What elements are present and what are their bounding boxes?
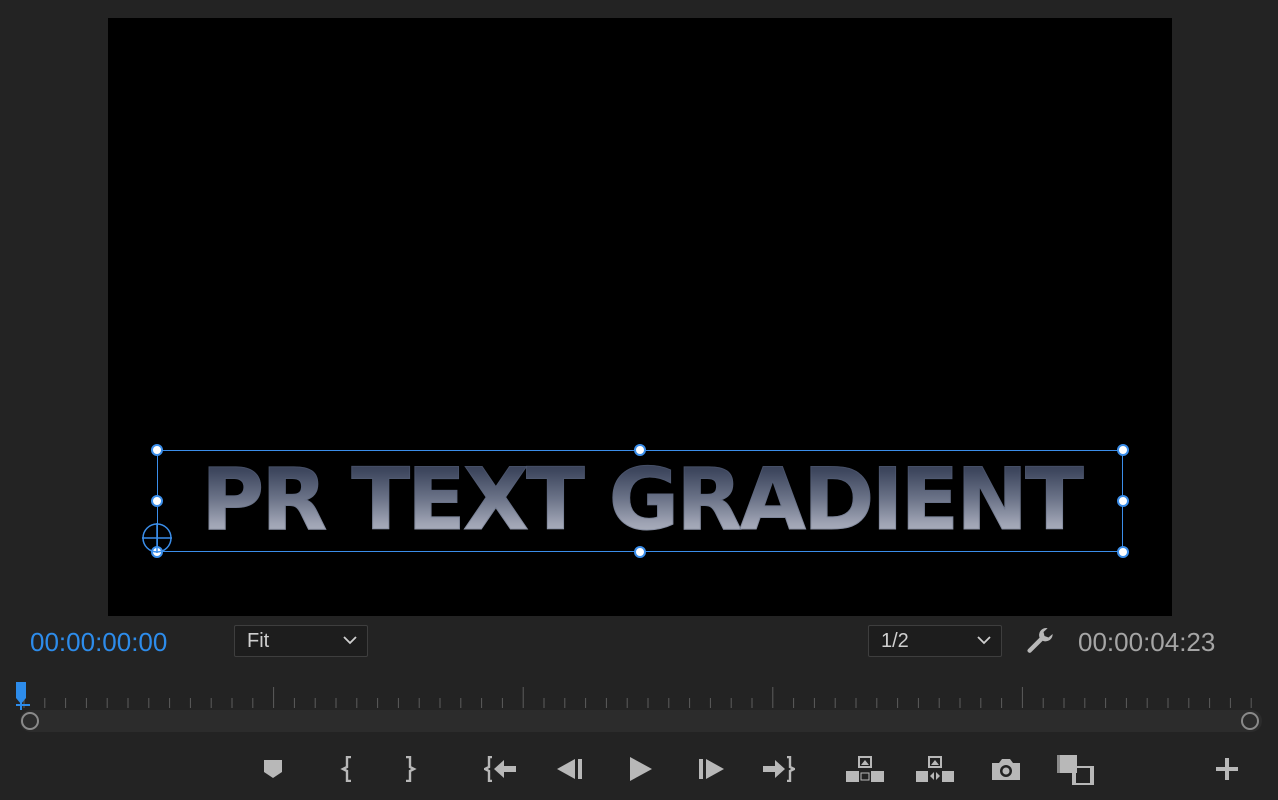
go-to-out-icon <box>763 756 795 782</box>
transform-handle-bottom-right[interactable] <box>1117 546 1129 558</box>
go-to-in-icon <box>484 756 516 782</box>
zoom-scrollbar[interactable] <box>20 710 1262 732</box>
step-back-icon <box>557 759 582 779</box>
export-frame-icon <box>992 759 1020 780</box>
anchor-point-icon[interactable] <box>141 522 173 554</box>
playhead-icon[interactable] <box>14 682 34 710</box>
go-to-out-button[interactable] <box>758 752 798 786</box>
step-back-button[interactable] <box>550 752 590 786</box>
transform-handle-top-left[interactable] <box>151 444 163 456</box>
lift-icon <box>846 756 884 782</box>
mark-in-button[interactable] <box>327 752 367 786</box>
selection-bounding-box[interactable] <box>157 450 1123 552</box>
playback-resolution-select[interactable]: 1/2 <box>868 625 1002 657</box>
transform-handle-middle-right[interactable] <box>1117 495 1129 507</box>
time-ruler[interactable] <box>20 682 1264 710</box>
step-forward-icon <box>699 759 724 779</box>
mark-in-icon <box>340 756 351 782</box>
zoom-scrollbar-right-handle[interactable] <box>1241 712 1259 730</box>
go-to-in-button[interactable] <box>481 752 521 786</box>
duration-timecode: 00:00:04:23 <box>1078 627 1216 657</box>
program-monitor-panel: PR TEXT GRADIENT 00:00:00:00 Fit 1/2 00:… <box>0 0 1278 800</box>
current-timecode[interactable]: 00:00:00:00 <box>30 626 167 658</box>
add-marker-button[interactable] <box>253 752 293 786</box>
button-editor-icon <box>1216 758 1238 780</box>
zoom-level-value: Fit <box>247 630 270 652</box>
add-marker-icon <box>264 760 282 778</box>
transform-handle-middle-left[interactable] <box>151 495 163 507</box>
zoom-scrollbar-left-handle[interactable] <box>21 712 39 730</box>
play-button[interactable] <box>620 752 660 786</box>
playback-resolution-value: 1/2 <box>881 630 909 652</box>
zoom-level-select[interactable]: Fit <box>234 625 368 657</box>
transform-handle-bottom-center[interactable] <box>634 546 646 558</box>
transform-handle-top-center[interactable] <box>634 444 646 456</box>
comparison-view-icon <box>1057 755 1094 785</box>
button-editor-button[interactable] <box>1207 752 1247 786</box>
lift-button[interactable] <box>845 752 885 786</box>
export-frame-button[interactable] <box>986 752 1026 786</box>
chevron-down-icon <box>343 636 357 645</box>
extract-icon <box>916 756 954 782</box>
mark-out-button[interactable] <box>390 752 430 786</box>
chevron-down-icon <box>977 636 991 645</box>
transform-handle-top-right[interactable] <box>1117 444 1129 456</box>
mark-out-icon <box>406 756 417 782</box>
play-icon <box>630 757 652 781</box>
wrench-icon[interactable] <box>1024 625 1056 657</box>
extract-button[interactable] <box>915 752 955 786</box>
step-forward-button[interactable] <box>691 752 731 786</box>
comparison-view-button[interactable] <box>1055 752 1095 786</box>
